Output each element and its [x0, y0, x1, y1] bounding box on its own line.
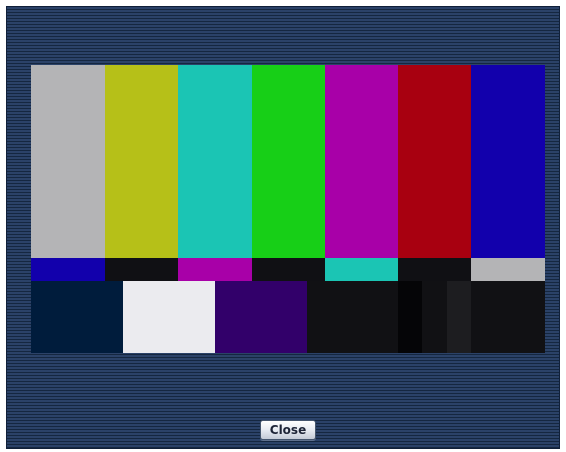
- bot-bar-navy: [31, 281, 123, 353]
- mid-bar-black: [398, 258, 471, 281]
- color-bar-test-pattern: [31, 65, 545, 353]
- bar-green: [252, 65, 325, 258]
- middle-color-bars: [31, 258, 545, 281]
- mid-bar-blue: [31, 258, 105, 281]
- bar-magenta: [325, 65, 398, 258]
- bottom-pluge-bars: [31, 281, 545, 353]
- mid-bar-black: [252, 258, 325, 281]
- bar-cyan: [178, 65, 252, 258]
- bot-bar-white: [123, 281, 215, 353]
- close-button[interactable]: Close: [260, 420, 316, 440]
- pluge-bar-lighter: [447, 281, 471, 353]
- bot-bar-purple: [215, 281, 307, 353]
- bar-yellow: [105, 65, 178, 258]
- top-color-bars: [31, 65, 545, 258]
- mid-bar-gray: [471, 258, 545, 281]
- mid-bar-magenta: [178, 258, 252, 281]
- bar-gray: [31, 65, 105, 258]
- bar-red: [398, 65, 471, 258]
- color-bars-dialog: Close: [6, 6, 560, 449]
- pluge-bar-darker: [398, 281, 422, 353]
- pluge-bar-black: [422, 281, 447, 353]
- bot-bar-black: [307, 281, 398, 353]
- mid-bar-cyan: [325, 258, 398, 281]
- bar-blue: [471, 65, 545, 258]
- bot-bar-black: [471, 281, 545, 353]
- mid-bar-black: [105, 258, 178, 281]
